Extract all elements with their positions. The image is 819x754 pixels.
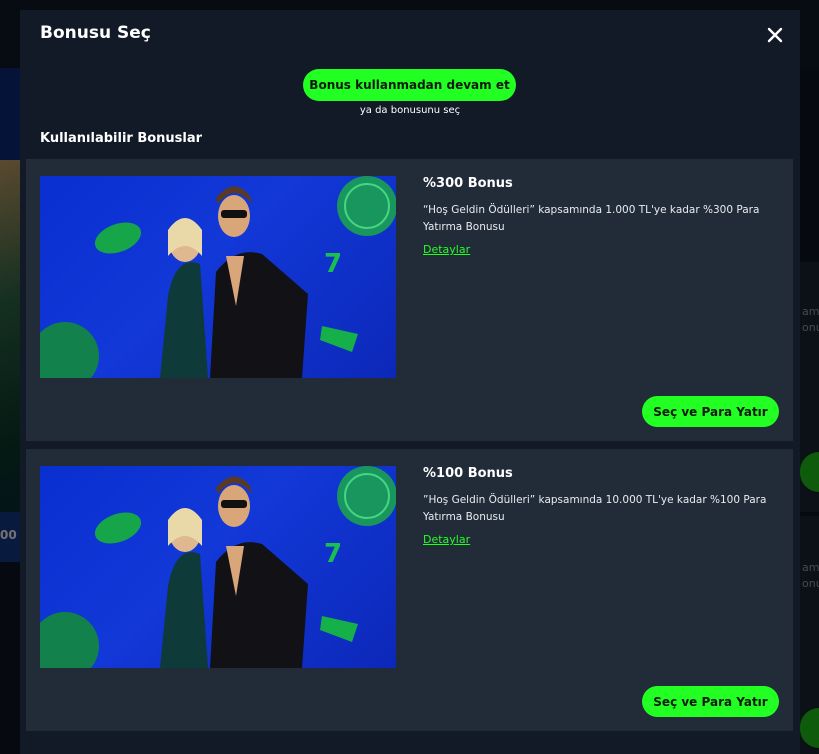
section-title: Kullanılabilir Bonuslar (40, 131, 203, 146)
choose-bonus-hint: ya da bonusunu seç (359, 105, 461, 116)
bonus-description: “Hoş Geldin Ödülleri” kapsamında 1.000 T… (423, 204, 760, 233)
bonus-card: 7 %300 Bonus “Hoş Geldin Ödülleri” kapsa… (26, 159, 793, 441)
bonus-details-link[interactable]: Detaylar (423, 243, 470, 256)
svg-text:7: 7 (324, 539, 342, 569)
promo-illustration: 7 (40, 466, 396, 668)
promo-illustration: 7 (40, 176, 396, 378)
modal-title: Bonusu Seç (40, 23, 151, 43)
svg-text:7: 7 (324, 249, 342, 279)
bonus-description: ”Hoş Geldin Ödülleri” kapsamında 10.000 … (423, 494, 767, 523)
bonus-title: %100 Bonus (423, 466, 513, 481)
bonus-card: 7 %100 Bonus ”Hoş Geldin Ödülleri” kapsa… (26, 449, 793, 731)
bonus-promo-image: 7 (40, 466, 396, 668)
select-and-deposit-button[interactable]: Seç ve Para Yatır (642, 686, 779, 717)
bonus-details-link[interactable]: Detaylar (423, 533, 470, 546)
skip-bonus-button[interactable]: Bonus kullanmadan devam et (303, 69, 516, 101)
bonus-title: %300 Bonus (423, 176, 513, 191)
select-and-deposit-button[interactable]: Seç ve Para Yatır (642, 396, 779, 427)
close-button[interactable] (763, 23, 787, 47)
bonus-promo-image: 7 (40, 176, 396, 378)
bonus-select-modal: Bonusu Seç Bonus kullanmadan devam et ya… (20, 10, 800, 754)
close-icon (767, 27, 783, 43)
